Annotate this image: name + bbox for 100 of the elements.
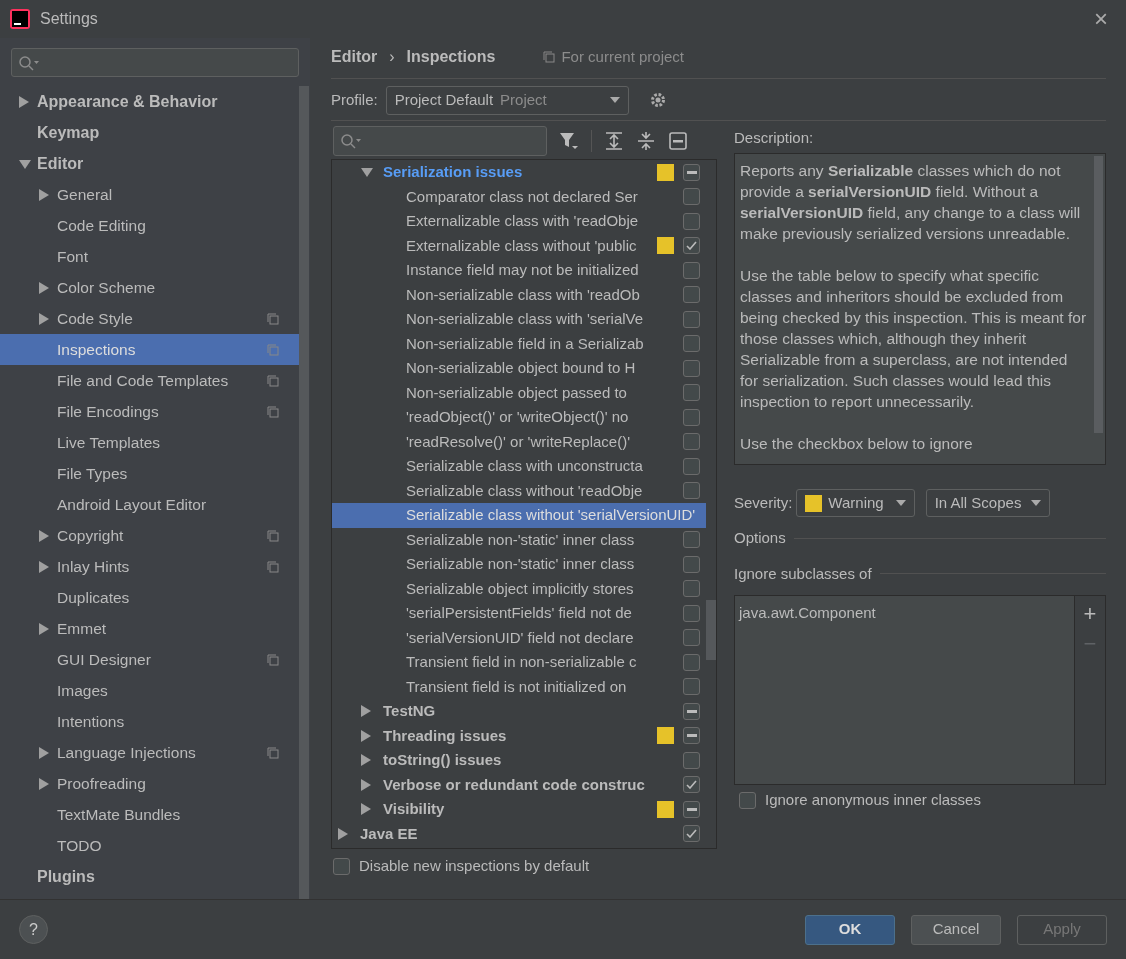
tree-row[interactable]: Non-serializable class with 'serialVe: [332, 307, 706, 332]
checkbox[interactable]: [683, 384, 700, 402]
sidebar-item[interactable]: Intentions: [0, 706, 299, 737]
sidebar-item[interactable]: Live Templates: [0, 427, 299, 458]
checkbox[interactable]: [683, 261, 700, 279]
class-list-item[interactable]: java.awt.Component: [737, 602, 1072, 625]
tree-row[interactable]: Non-serializable object bound to H: [332, 356, 706, 381]
checkbox[interactable]: [683, 604, 700, 622]
tree-row[interactable]: Transient field in non-serializable c: [332, 650, 706, 675]
sidebar-item[interactable]: Copyright: [0, 520, 299, 551]
search-field[interactable]: [11, 48, 299, 77]
search-field[interactable]: [333, 126, 547, 156]
filter-icon[interactable]: [559, 131, 579, 151]
checkbox[interactable]: [683, 408, 700, 426]
sidebar-item[interactable]: TextMate Bundles: [0, 799, 299, 830]
sidebar-item[interactable]: Plugins: [0, 861, 299, 892]
tree-row[interactable]: Non-serializable class with 'readOb: [332, 282, 706, 307]
checkbox[interactable]: [683, 237, 700, 255]
sidebar-item[interactable]: TODO: [0, 830, 299, 861]
tree-row[interactable]: toString() issues: [332, 748, 706, 773]
dialog-button[interactable]: OK: [805, 914, 895, 945]
sidebar-item[interactable]: Appearance & Behavior: [0, 86, 299, 117]
tree-row[interactable]: Java EE: [332, 821, 706, 846]
tree-row[interactable]: 'serialVersionUID' field not declare: [332, 625, 706, 650]
tree-row[interactable]: Externalizable class without 'public: [332, 233, 706, 258]
sidebar-item[interactable]: File Types: [0, 458, 299, 489]
sidebar-item[interactable]: File and Code Templates: [0, 365, 299, 396]
help-button[interactable]: ?: [19, 915, 48, 944]
tree-row[interactable]: Non-serializable field in a Serializab: [332, 331, 706, 356]
tree-row[interactable]: Serializable non-'static' inner class: [332, 552, 706, 577]
checkbox[interactable]: [683, 531, 700, 549]
checkbox[interactable]: [683, 751, 700, 769]
sidebar-item[interactable]: Android Layout Editor: [0, 489, 299, 520]
tree-row[interactable]: Serializable class with unconstructa: [332, 454, 706, 479]
checkbox[interactable]: [739, 791, 756, 809]
collapse-box-icon[interactable]: [668, 131, 688, 151]
tree-row[interactable]: Threading issues: [332, 723, 706, 748]
checkbox[interactable]: [683, 825, 700, 843]
tree-row[interactable]: Serializable non-'static' inner class: [332, 527, 706, 552]
sidebar-item[interactable]: Code Editing: [0, 210, 299, 241]
checkbox[interactable]: [683, 212, 700, 230]
tree-row[interactable]: 'readResolve()' or 'writeReplace()': [332, 429, 706, 454]
dialog-button[interactable]: Cancel: [911, 914, 1001, 945]
checkbox[interactable]: [683, 678, 700, 696]
checkbox[interactable]: [683, 555, 700, 573]
checkbox[interactable]: [683, 188, 700, 206]
checkbox[interactable]: [683, 286, 700, 304]
checkbox[interactable]: [683, 482, 700, 500]
checkbox[interactable]: [683, 457, 700, 475]
tree-row[interactable]: Serializable class without 'serialVersionUID': [332, 503, 706, 528]
sidebar-item[interactable]: Language Injections: [0, 737, 299, 768]
collapse-all-icon[interactable]: [636, 131, 656, 151]
sidebar-item[interactable]: Font: [0, 241, 299, 272]
tree-row[interactable]: Visibility: [332, 797, 706, 822]
tree-row[interactable]: Comparator class not declared Ser: [332, 184, 706, 209]
tree-row[interactable]: Serializable class without 'readObje: [332, 478, 706, 503]
tree-row[interactable]: TestNG: [332, 699, 706, 724]
checkbox[interactable]: [683, 580, 700, 598]
tree-row[interactable]: Instance field may not be initialized: [332, 258, 706, 283]
sidebar-item[interactable]: Images: [0, 675, 299, 706]
tree-row[interactable]: 'serialPersistentFields' field not de: [332, 601, 706, 626]
checkbox[interactable]: [333, 857, 350, 875]
tree-row[interactable]: Non-serializable object passed to: [332, 380, 706, 405]
sidebar-item[interactable]: File Encodings: [0, 396, 299, 427]
sidebar-item[interactable]: Code Style: [0, 303, 299, 334]
profile-dropdown[interactable]: Project Default Project: [385, 85, 629, 115]
checkbox[interactable]: [683, 629, 700, 647]
settings-icon[interactable]: [648, 91, 667, 109]
checkbox[interactable]: [683, 433, 700, 451]
sidebar-item[interactable]: GUI Designer: [0, 644, 299, 675]
sidebar-item[interactable]: Keymap: [0, 117, 299, 148]
checkbox[interactable]: [683, 310, 700, 328]
tree-row[interactable]: Transient field is not initialized on: [332, 674, 706, 699]
checkbox[interactable]: [683, 727, 700, 745]
expand-all-icon[interactable]: [604, 131, 624, 151]
checkbox[interactable]: [683, 800, 700, 818]
tree-row[interactable]: Verbose or redundant code construc: [332, 772, 706, 797]
checkbox[interactable]: [683, 702, 700, 720]
sidebar-item[interactable]: Duplicates: [0, 582, 299, 613]
sidebar-item[interactable]: Inlay Hints: [0, 551, 299, 582]
sidebar-item[interactable]: Color Scheme: [0, 272, 299, 303]
sidebar-item[interactable]: Proofreading: [0, 768, 299, 799]
checkbox[interactable]: [683, 776, 700, 794]
scope-dropdown[interactable]: In All Scopes: [925, 489, 1051, 517]
sidebar-item[interactable]: Editor: [0, 148, 299, 179]
severity-dropdown[interactable]: Warning: [796, 489, 915, 517]
scrollbar[interactable]: [706, 600, 716, 660]
sidebar-item[interactable]: Emmet: [0, 613, 299, 644]
checkbox[interactable]: [683, 163, 700, 181]
sidebar-item[interactable]: General: [0, 179, 299, 210]
checkbox[interactable]: [683, 653, 700, 671]
close-button[interactable]: ×: [1086, 7, 1116, 31]
tree-row[interactable]: Serialization issues: [332, 160, 706, 185]
checkbox[interactable]: [683, 335, 700, 353]
tree-row[interactable]: 'readObject()' or 'writeObject()' no: [332, 405, 706, 430]
add-button[interactable]: +: [1083, 602, 1097, 626]
tree-row[interactable]: Serializable object implicitly stores: [332, 576, 706, 601]
sidebar-item[interactable]: Inspections: [0, 334, 299, 365]
breadcrumb-item[interactable]: Editor: [331, 45, 378, 69]
tree-row[interactable]: Externalizable class with 'readObje: [332, 209, 706, 234]
